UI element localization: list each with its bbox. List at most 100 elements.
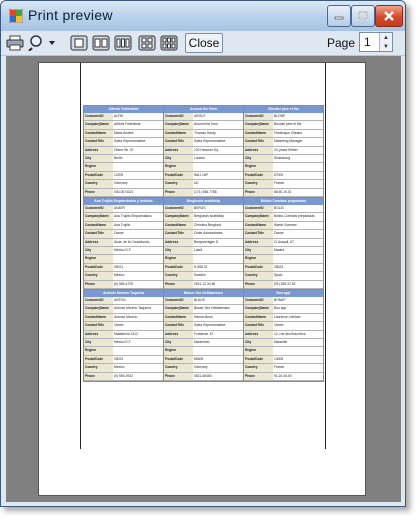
field-name: Phone [164, 188, 193, 196]
customer-field-row: ContactTitle Owner [84, 230, 163, 239]
customer-field-row: CustomerID BLAUS [164, 297, 243, 306]
customer-field-row: Country Mexico [84, 272, 163, 281]
customer-field-row: PostalCode S-958 22 [164, 263, 243, 273]
field-name: CustomerID [84, 205, 113, 213]
customer-field-row: City Mannheim [164, 338, 243, 348]
field-name: ContactTitle [84, 138, 113, 146]
close-button[interactable]: Close [185, 33, 223, 53]
customer-field-row: Fax [84, 380, 163, 381]
field-value: Forsterstr. 57 [194, 331, 214, 336]
field-value [193, 255, 243, 262]
customer-field-row: Address Berguvsvägen 8 [164, 238, 243, 247]
preview-area[interactable]: Alfreds Futterkiste CustomerID ALFKI Compan… [6, 56, 401, 502]
customer-field-row: ContactTitle Sales Representative [84, 138, 163, 147]
field-value: C/ Araquil, 67 [274, 239, 294, 244]
page-number-value[interactable]: 1 [364, 35, 371, 49]
field-value: 120 Hanover Sq. [194, 147, 219, 152]
field-value: AROUT [194, 114, 206, 118]
customer-field-row: Region [164, 163, 243, 172]
customer-card: Blauer See Delikatessen CustomerID BLAUS Co… [163, 289, 244, 382]
field-value: Owner [114, 323, 124, 328]
customer-field-row: CompanyName Antonio Moreno Taquería [84, 305, 163, 314]
field-name: Address [244, 330, 273, 338]
window-close-button[interactable] [375, 5, 403, 27]
minimize-icon [334, 16, 344, 20]
minimize-button[interactable] [327, 5, 351, 27]
print-icon [6, 35, 24, 51]
customer-field-row: Fax0621-08924 [164, 380, 243, 382]
field-name: ContactTitle [244, 322, 273, 330]
customer-field-row: Phone 91.24.45.40 [244, 372, 323, 381]
customer-field-row: PostalCode 05023 [84, 355, 163, 365]
customer-field-row: CompanyName Berglunds snabbköp [164, 213, 243, 222]
print-button[interactable] [5, 33, 25, 53]
field-name: PostalCode [84, 171, 113, 180]
field-value: Berglunds snabbköp [194, 214, 225, 219]
four-pages-button[interactable] [137, 33, 157, 53]
field-value: BLAUS [194, 298, 205, 302]
field-name: ContactTitle [84, 322, 113, 330]
spin-up-icon[interactable]: ▲ [380, 33, 392, 42]
maximize-button[interactable] [351, 5, 375, 27]
field-name: ContactTitle [244, 138, 273, 146]
customer-field-row: Address Mataderos 2312 [84, 330, 163, 339]
customer-field-row: Region [244, 255, 323, 264]
six-pages-button[interactable] [159, 33, 179, 53]
field-name: City [84, 154, 113, 163]
page-number-spinner[interactable]: 1 ▲ ▼ [359, 32, 393, 52]
field-value: Antonio Moreno Taquería [114, 306, 151, 311]
field-name: Region [244, 347, 273, 355]
field-name: Address [244, 146, 273, 154]
field-name: ContactName [244, 313, 273, 322]
title-bar[interactable]: Print preview [1, 1, 405, 32]
customer-card: Bólido Comidas preparadas CustomerID BOLID… [243, 197, 324, 290]
field-value: Owner [274, 231, 284, 236]
field-name: City [164, 154, 193, 163]
customer-field-row: PostalCode 12209 [84, 171, 163, 181]
close-x-icon [384, 11, 394, 21]
field-value: 0621-08460 [194, 373, 212, 378]
customer-field-row: ContactName Martín Sommer [244, 221, 323, 231]
field-name: ContactName [84, 313, 113, 322]
field-name: Country [244, 364, 273, 372]
customer-field-row: CustomerID BLONP [244, 113, 323, 122]
customer-field-row: ContactName Laurence Lebihan [244, 313, 323, 323]
spin-down-icon[interactable]: ▼ [380, 42, 392, 51]
customer-field-row: City Marseille [244, 338, 323, 348]
two-pages-button[interactable] [91, 33, 111, 53]
customer-field-row: CompanyName Ana Trujillo Emparedados [84, 213, 163, 222]
field-value: Mataderos 2312 [114, 331, 138, 336]
field-name: ContactTitle [164, 138, 193, 146]
field-name: Region [164, 347, 193, 355]
field-name: Phone [244, 188, 273, 196]
print-preview-window: Print preview Close Page 1 ▲ ▼ Alfreds F… [0, 0, 406, 507]
field-value: 0621-08924 [193, 381, 243, 382]
window-title: Print preview [28, 7, 113, 23]
zoom-button[interactable] [27, 33, 57, 53]
field-name: Phone [164, 280, 193, 288]
one-page-button[interactable] [69, 33, 89, 53]
customer-field-row: Phone 0621-08460 [164, 372, 243, 381]
field-value: México D.F. [114, 247, 132, 252]
field-name: ContactTitle [84, 230, 113, 238]
field-name: City [244, 154, 273, 163]
two-pages-icon [92, 35, 110, 51]
field-value: 91.24.45.40 [274, 373, 292, 378]
customer-card: Blondel père et fils CustomerID BLONP Compa… [243, 105, 324, 198]
field-value: Blondel père et fils [274, 122, 302, 127]
field-value: Strasbourg [274, 155, 291, 160]
field-value: Luleå [194, 247, 203, 252]
field-name: Address [84, 238, 113, 246]
field-name: Country [84, 272, 113, 280]
field-value: Marseille [274, 339, 288, 344]
maximize-icon [358, 11, 368, 20]
three-pages-button[interactable] [113, 33, 133, 53]
customer-field-row: CompanyName Bon app' [244, 305, 323, 314]
customer-field-row: Region [244, 347, 323, 356]
customer-card: Bon app' CustomerID BONAP CompanyName Bon ap… [243, 289, 324, 382]
customer-field-row: Address Forsterstr. 57 [164, 330, 243, 339]
field-value: Spain [274, 273, 283, 278]
customer-field-row: City Berlin [84, 154, 163, 164]
customer-card-header: Alfreds Futterkiste [84, 106, 163, 113]
field-value: S-958 22 [194, 264, 208, 269]
